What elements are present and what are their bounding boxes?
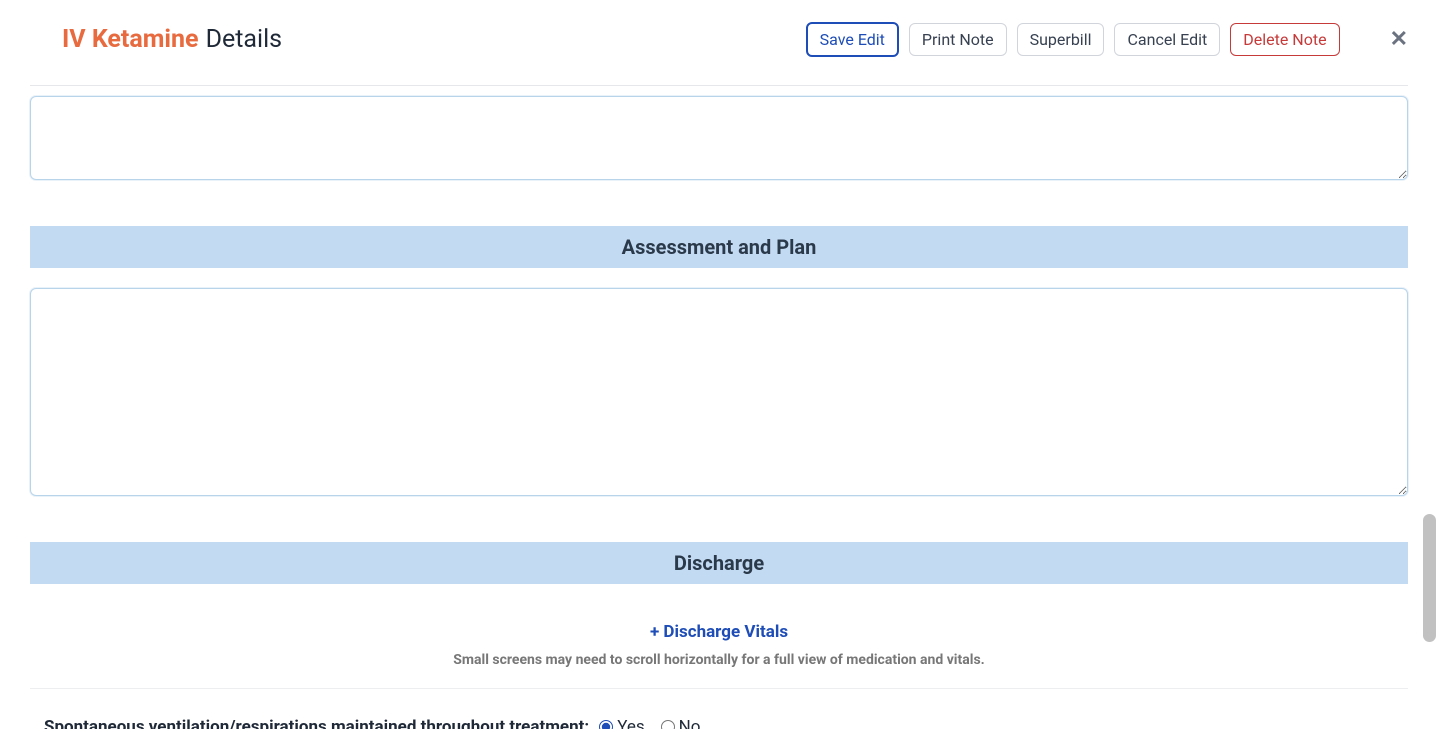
- section-header-discharge: Discharge: [30, 542, 1408, 584]
- ventilation-yes-label: Yes: [617, 717, 644, 729]
- header-actions: Save Edit Print Note Superbill Cancel Ed…: [806, 22, 1408, 57]
- close-icon[interactable]: ✕: [1390, 29, 1408, 51]
- cancel-edit-button[interactable]: Cancel Edit: [1114, 23, 1220, 56]
- ventilation-yes-option[interactable]: Yes: [599, 717, 644, 729]
- header-divider: [30, 85, 1408, 86]
- page-sub-title: Details: [206, 25, 283, 54]
- top-textarea[interactable]: [30, 96, 1408, 180]
- title-group: IV Ketamine Details: [62, 25, 282, 54]
- print-note-button[interactable]: Print Note: [909, 23, 1007, 56]
- page-main-title: IV Ketamine: [62, 25, 199, 54]
- ventilation-no-radio[interactable]: [661, 720, 675, 729]
- ventilation-question-row: Spontaneous ventilation/respirations mai…: [30, 717, 1408, 729]
- add-discharge-vitals-link[interactable]: + Discharge Vitals: [650, 622, 788, 642]
- assessment-plan-textarea[interactable]: [30, 288, 1408, 496]
- save-edit-button[interactable]: Save Edit: [806, 22, 899, 57]
- page-header: IV Ketamine Details Save Edit Print Note…: [0, 0, 1438, 67]
- small-screen-note: Small screens may need to scroll horizon…: [30, 652, 1408, 668]
- ventilation-no-label: No: [679, 717, 701, 729]
- superbill-button[interactable]: Superbill: [1017, 23, 1105, 56]
- content-area[interactable]: Assessment and Plan Discharge + Discharg…: [0, 67, 1438, 729]
- delete-note-button[interactable]: Delete Note: [1230, 23, 1339, 56]
- vertical-scrollbar-thumb[interactable]: [1423, 514, 1436, 642]
- ventilation-question-label: Spontaneous ventilation/respirations mai…: [44, 717, 589, 729]
- ventilation-no-option[interactable]: No: [661, 717, 701, 729]
- discharge-vitals-row: + Discharge Vitals: [30, 622, 1408, 642]
- ventilation-radio-group: Yes No: [599, 717, 700, 729]
- section-header-assessment-plan: Assessment and Plan: [30, 226, 1408, 268]
- ventilation-yes-radio[interactable]: [599, 720, 613, 729]
- discharge-divider: [30, 688, 1408, 689]
